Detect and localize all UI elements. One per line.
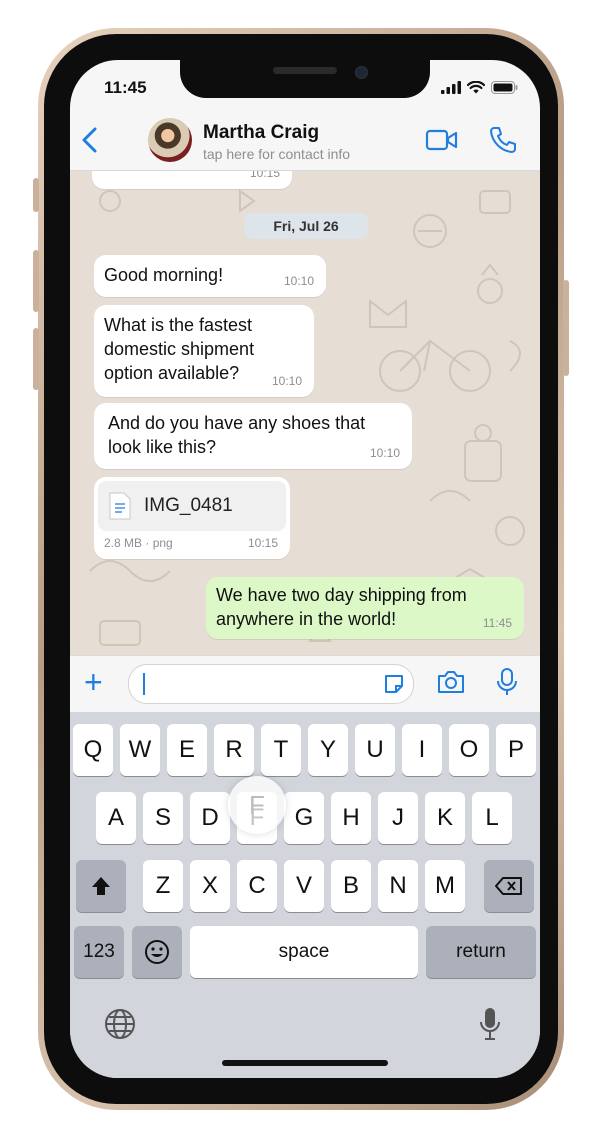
message-text: And do you have any shoes that look like… — [108, 413, 366, 457]
wifi-icon — [467, 81, 485, 94]
mute-switch — [33, 178, 39, 212]
screen: 11:45 Martha Craig tap here for contact … — [70, 60, 540, 1078]
key-q[interactable]: Q — [73, 724, 113, 776]
keyboard: QWERTYUIOP ASDFGHJKL ZXCVBNM 123 space r… — [70, 712, 540, 1078]
key-x[interactable]: X — [190, 860, 230, 912]
key-d[interactable]: D — [190, 792, 230, 844]
key-i[interactable]: I — [402, 724, 442, 776]
key-b[interactable]: B — [331, 860, 371, 912]
video-call-icon[interactable] — [425, 128, 459, 152]
key-j[interactable]: J — [378, 792, 418, 844]
contact-name[interactable]: Martha Craig — [203, 122, 319, 144]
plus-icon[interactable]: + — [84, 666, 103, 698]
emoji-icon — [145, 940, 169, 964]
globe-icon[interactable] — [104, 1008, 136, 1040]
avatar[interactable] — [148, 118, 192, 162]
key-h[interactable]: H — [331, 792, 371, 844]
battery-icon — [491, 81, 518, 94]
file-name: IMG_0481 — [144, 495, 233, 516]
space-key[interactable]: space — [190, 926, 418, 978]
message-text: We have two day shipping from anywhere i… — [216, 585, 467, 629]
file-size: 2.8 MB — [104, 536, 143, 550]
chat-header: Martha Craig tap here for contact info — [70, 110, 540, 171]
front-camera — [355, 66, 368, 79]
back-chevron-icon[interactable] — [78, 124, 102, 156]
file-card[interactable]: IMG_0481 — [98, 481, 286, 531]
file-meta: 2.8 MB · png — [104, 536, 173, 550]
return-key[interactable]: return — [426, 926, 536, 978]
phone-call-icon[interactable] — [488, 125, 518, 155]
camera-icon[interactable] — [436, 669, 466, 695]
key-g[interactable]: G — [284, 792, 324, 844]
key-u[interactable]: U — [355, 724, 395, 776]
message-time: 10:15 — [247, 536, 278, 550]
key-e[interactable]: E — [167, 724, 207, 776]
file-type: png — [152, 536, 173, 550]
outgoing-message-bubble[interactable]: We have two day shipping from anywhere i… — [206, 577, 524, 639]
file-message-bubble[interactable]: IMG_0481 2.8 MB · png 10:15 — [94, 477, 290, 559]
message-time: 10:10 — [271, 374, 302, 388]
shift-icon — [92, 877, 110, 895]
message-time: 10:10 — [283, 274, 314, 288]
key-k[interactable]: K — [425, 792, 465, 844]
volume-down-button — [33, 328, 39, 390]
previous-message-bubble[interactable]: 10:15 — [92, 171, 292, 189]
message-time: 11:45 — [482, 616, 512, 630]
numbers-key[interactable]: 123 — [74, 926, 124, 978]
shift-key[interactable] — [76, 860, 126, 912]
message-input-bar: + — [70, 655, 540, 712]
key-a[interactable]: A — [96, 792, 136, 844]
key-m[interactable]: M — [425, 860, 465, 912]
emoji-key[interactable] — [132, 926, 182, 978]
backspace-icon — [495, 877, 522, 895]
key-o[interactable]: O — [449, 724, 489, 776]
message-input[interactable] — [128, 664, 414, 704]
status-icons — [441, 81, 518, 94]
key-v[interactable]: V — [284, 860, 324, 912]
dictation-microphone-icon[interactable] — [478, 1006, 502, 1042]
message-bubble[interactable]: And do you have any shoes that look like… — [94, 403, 412, 469]
signal-icon — [441, 81, 461, 94]
key-w[interactable]: W — [120, 724, 160, 776]
status-time: 11:45 — [104, 78, 147, 97]
chat-area[interactable]: 10:15 Fri, Jul 26 Good morning! 10:10 Wh… — [70, 171, 540, 655]
microphone-icon[interactable] — [496, 667, 518, 697]
key-r[interactable]: R — [214, 724, 254, 776]
key-n[interactable]: N — [378, 860, 418, 912]
previous-message-time: 10:15 — [249, 171, 280, 180]
key-c[interactable]: C — [237, 860, 277, 912]
date-pill: Fri, Jul 26 — [244, 213, 368, 239]
message-bubble[interactable]: What is the fastest domestic shipment op… — [94, 305, 314, 397]
home-indicator — [222, 1060, 388, 1066]
key-y[interactable]: Y — [308, 724, 348, 776]
key-z[interactable]: Z — [143, 860, 183, 912]
key-p[interactable]: P — [496, 724, 536, 776]
contact-subtitle[interactable]: tap here for contact info — [203, 146, 350, 162]
notch — [180, 60, 430, 98]
backspace-key[interactable] — [484, 860, 534, 912]
key-s[interactable]: S — [143, 792, 183, 844]
power-button — [563, 280, 569, 376]
document-icon — [109, 492, 131, 520]
message-bubble[interactable]: Good morning! 10:10 — [94, 255, 326, 297]
key-t[interactable]: T — [261, 724, 301, 776]
key-press-preview: F — [228, 776, 286, 834]
sticker-icon[interactable] — [383, 673, 405, 695]
message-time: 10:10 — [369, 446, 400, 460]
text-cursor — [143, 673, 145, 695]
key-l[interactable]: L — [472, 792, 512, 844]
volume-up-button — [33, 250, 39, 312]
